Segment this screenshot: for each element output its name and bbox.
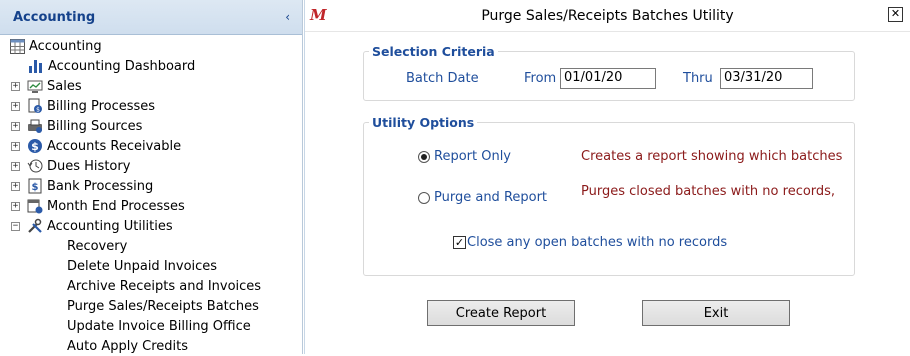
tree-subitem-purge-batches[interactable]: Purge Sales/Receipts Batches — [67, 296, 259, 316]
tree-item-label: Delete Unpaid Invoices — [67, 258, 218, 274]
dialog-titlebar: M Purge Sales/Receipts Batches Utility ✕ — [305, 0, 910, 32]
tree-item-label: Accounting — [29, 38, 102, 54]
expand-icon[interactable]: + — [11, 101, 20, 111]
tree-item-label: Purge Sales/Receipts Batches — [67, 298, 259, 314]
tree-item-accounts-receivable[interactable]: + $ Accounts Receivable — [11, 136, 181, 156]
bar-chart-icon — [28, 58, 44, 74]
tree-item-billing-processes[interactable]: + $ Billing Processes — [11, 96, 155, 116]
expand-icon[interactable]: + — [11, 141, 20, 151]
tree-item-label: Accounting Utilities — [47, 218, 173, 234]
tree-item-accounting-utilities[interactable]: − Accounting Utilities — [11, 216, 173, 236]
svg-text:$: $ — [31, 140, 39, 153]
billing-processes-icon: $ — [27, 98, 43, 114]
tree-item-label: Archive Receipts and Invoices — [67, 278, 262, 294]
tree-item-label: Accounts Receivable — [47, 138, 182, 154]
tree-item-accounting-dashboard[interactable]: Accounting Dashboard — [28, 56, 195, 76]
tools-icon — [27, 218, 43, 234]
tree-item-label: Billing Processes — [47, 98, 156, 114]
selection-criteria-legend: Selection Criteria — [372, 44, 495, 59]
report-only-description: Creates a report showing which batches — [581, 149, 843, 164]
tree-item-label: Bank Processing — [47, 178, 154, 194]
tree-item-billing-sources[interactable]: + Billing Sources — [11, 116, 142, 136]
expand-icon[interactable]: + — [11, 201, 20, 211]
navigation-sidebar: Accounting ‹ Accounting Accounting Dashb… — [0, 0, 303, 354]
tree-item-label: Billing Sources — [47, 118, 143, 134]
purge-and-report-label[interactable]: Purge and Report — [434, 190, 547, 205]
tree-item-bank-processing[interactable]: + $ Bank Processing — [11, 176, 153, 196]
tree-item-dues-history[interactable]: + Dues History — [11, 156, 130, 176]
expand-icon[interactable]: + — [11, 81, 20, 91]
month-end-icon — [27, 198, 43, 214]
tree-subitem-delete-unpaid-invoices[interactable]: Delete Unpaid Invoices — [67, 256, 217, 276]
accounting-grid-icon — [9, 38, 25, 54]
tree-item-label: Sales — [47, 78, 82, 94]
from-date-input[interactable]: 01/01/20 — [560, 68, 656, 89]
tree-subitem-recovery[interactable]: Recovery — [67, 236, 127, 256]
tree-item-label: Accounting Dashboard — [48, 58, 196, 74]
close-open-batches-checkbox[interactable]: ✓ — [453, 236, 466, 249]
tree-item-label: Dues History — [47, 158, 131, 174]
tree-item-label: Update Invoice Billing Office — [67, 318, 251, 334]
create-report-button[interactable]: Create Report — [427, 300, 575, 326]
purge-description: Purges closed batches with no records, — [581, 184, 836, 199]
thru-label: Thru — [683, 71, 713, 86]
sidebar-header: Accounting ‹ — [0, 0, 302, 35]
tree-item-month-end-processes[interactable]: + Month End Processes — [11, 196, 185, 216]
sales-icon — [27, 78, 43, 94]
history-icon — [27, 158, 43, 174]
tree-root-accounting[interactable]: Accounting — [9, 36, 102, 56]
collapse-icon[interactable]: − — [11, 221, 20, 231]
report-only-label[interactable]: Report Only — [434, 149, 511, 164]
tree-subitem-update-invoice-billing-office[interactable]: Update Invoice Billing Office — [67, 316, 251, 336]
tree-item-label: Month End Processes — [47, 198, 185, 214]
purge-and-report-radio[interactable] — [418, 192, 430, 204]
utility-options-legend: Utility Options — [372, 115, 475, 130]
report-only-radio[interactable] — [418, 151, 430, 163]
collapse-sidebar-icon[interactable]: ‹ — [285, 10, 290, 24]
tree-subitem-auto-apply-credits[interactable]: Auto Apply Credits — [67, 336, 188, 356]
dollar-circle-icon: $ — [27, 138, 43, 154]
sidebar-title: Accounting — [13, 9, 96, 25]
from-label: From — [524, 71, 557, 86]
thru-date-input[interactable]: 03/31/20 — [720, 68, 813, 89]
purge-batches-dialog: M Purge Sales/Receipts Batches Utility ✕… — [304, 0, 910, 354]
expand-icon[interactable]: + — [11, 181, 20, 191]
svg-text:$: $ — [36, 107, 40, 114]
billing-sources-icon — [27, 118, 43, 134]
batch-date-label: Batch Date — [406, 71, 479, 86]
expand-icon[interactable]: + — [11, 161, 20, 171]
dialog-title: Purge Sales/Receipts Batches Utility — [481, 8, 734, 24]
tree-item-label: Auto Apply Credits — [67, 338, 189, 354]
close-button[interactable]: ✕ — [888, 7, 903, 22]
bank-icon: $ — [27, 178, 43, 194]
exit-button[interactable]: Exit — [642, 300, 790, 326]
tree-item-label: Recovery — [67, 238, 128, 254]
tree-subitem-archive-receipts[interactable]: Archive Receipts and Invoices — [67, 276, 261, 296]
close-open-batches-label[interactable]: Close any open batches with no records — [467, 235, 727, 250]
tree-item-sales[interactable]: + Sales — [11, 76, 82, 96]
expand-icon[interactable]: + — [11, 121, 20, 131]
svg-text:$: $ — [32, 182, 39, 193]
